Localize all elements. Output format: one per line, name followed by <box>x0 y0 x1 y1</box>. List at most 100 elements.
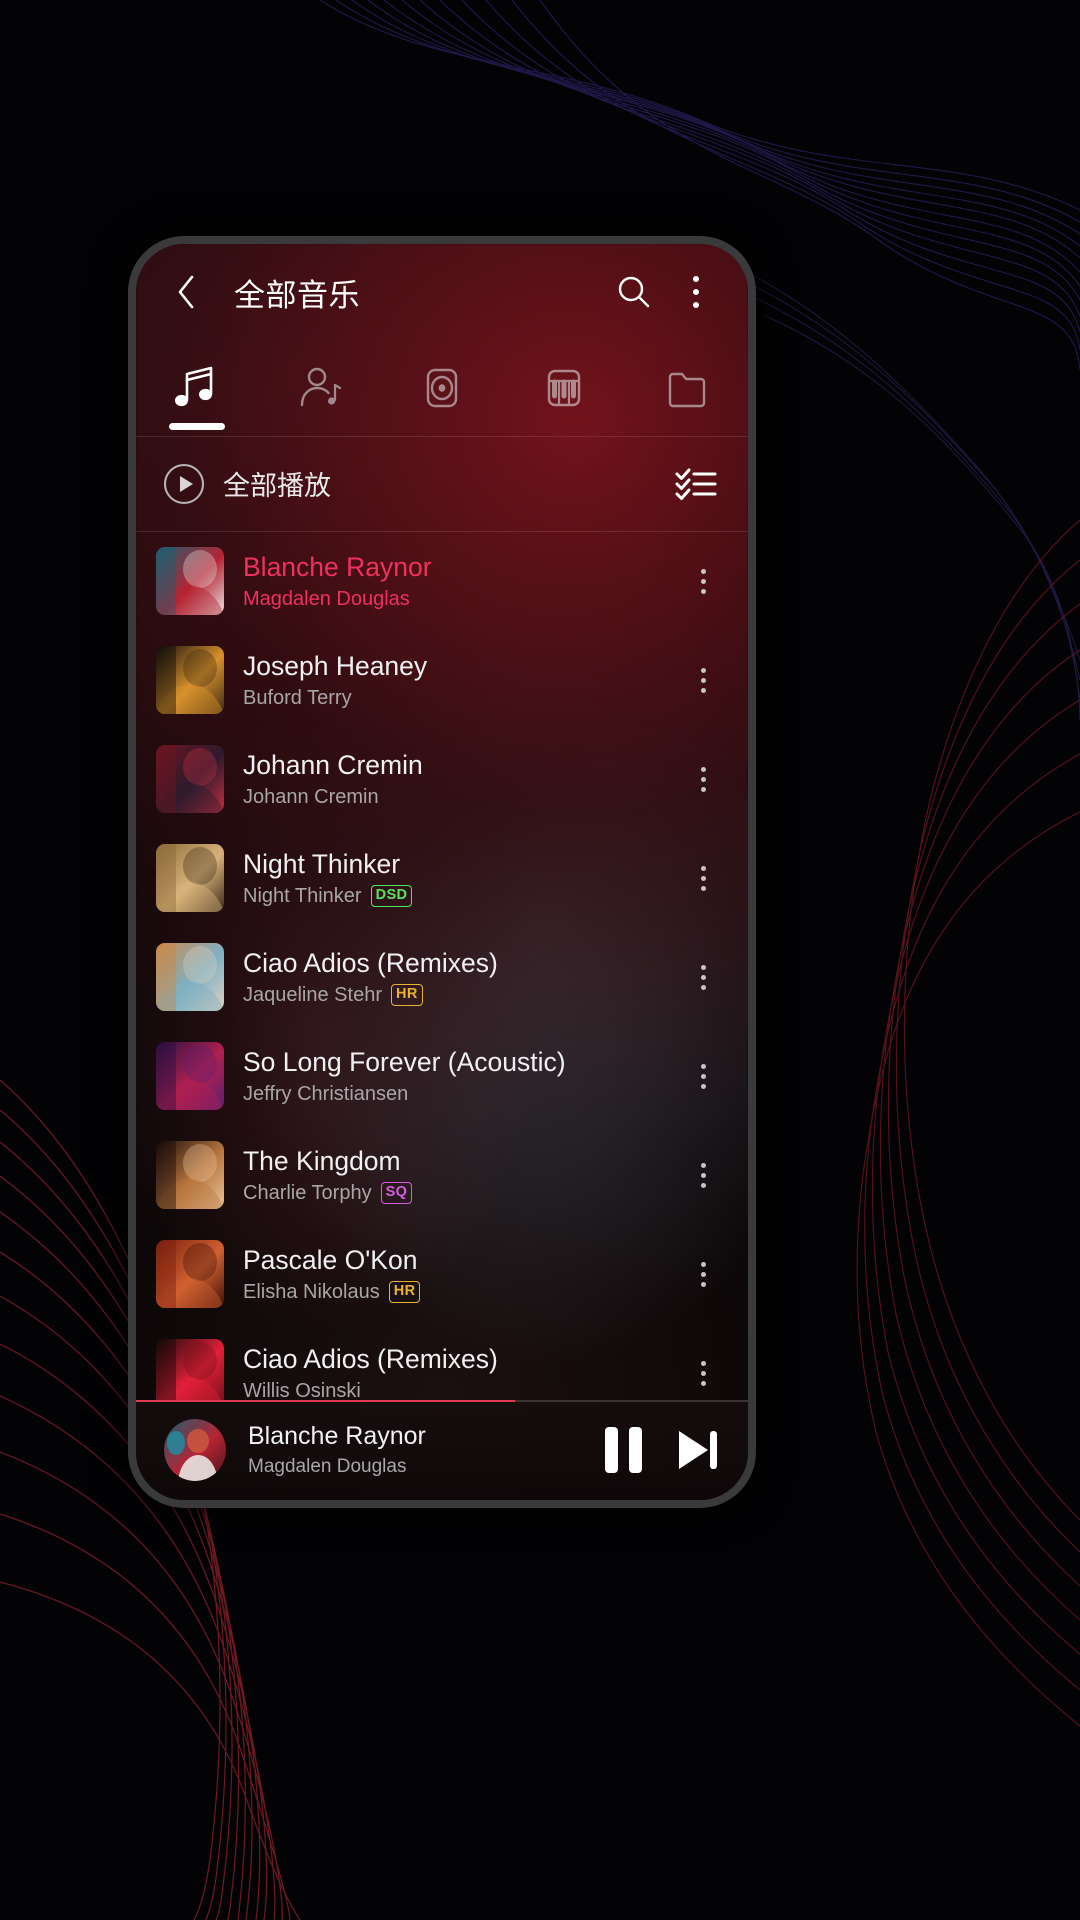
quality-badge: HR <box>388 1280 421 1304</box>
page-title: 全部音乐 <box>234 277 360 313</box>
checklist-icon <box>675 468 717 500</box>
table-row[interactable]: Joseph Heaney Buford Terry <box>136 631 748 730</box>
track-overflow-button[interactable] <box>680 1244 726 1304</box>
search-button[interactable] <box>608 266 660 318</box>
track-artist: Johann Cremin <box>243 786 379 809</box>
track-artist: Night Thinker <box>243 885 362 908</box>
track-overflow-button[interactable] <box>680 650 726 710</box>
piano-keys-icon <box>548 369 581 407</box>
folder-icon <box>668 372 706 408</box>
phone-screen: 全部音乐 全部播放 Blanche Raynor Magdalen Dougla… <box>136 244 748 1500</box>
track-title: Night Thinker <box>243 848 401 879</box>
track-overflow-button[interactable] <box>680 1145 726 1205</box>
track-artist-row: Johann Cremin <box>243 785 680 809</box>
table-row[interactable]: Night Thinker Night Thinker DSD <box>136 829 748 928</box>
track-artwork <box>156 943 224 1012</box>
track-artist: Magdalen Douglas <box>243 588 410 611</box>
track-artwork <box>156 745 224 814</box>
skip-next-icon <box>679 1430 717 1469</box>
track-meta: The Kingdom Charlie Torphy SQ <box>243 1146 680 1205</box>
track-artwork <box>156 844 224 913</box>
multiselect-button[interactable] <box>670 458 722 510</box>
table-row[interactable]: The Kingdom Charlie Torphy SQ <box>136 1126 748 1225</box>
table-row[interactable]: So Long Forever (Acoustic) Jeffry Christi… <box>136 1027 748 1126</box>
mini-player: Blanche Raynor Magdalen Douglas <box>136 1399 748 1500</box>
table-row[interactable]: Johann Cremin Johann Cremin <box>136 730 748 829</box>
track-artist: Jaqueline Stehr <box>243 984 382 1007</box>
track-artwork <box>156 646 224 715</box>
track-artwork <box>156 547 224 616</box>
track-title: The Kingdom <box>243 1145 401 1176</box>
track-artwork <box>156 1339 224 1400</box>
playback-controls <box>605 1426 722 1474</box>
track-artist-row: Buford Terry <box>243 686 680 710</box>
track-overflow-button[interactable] <box>680 749 726 809</box>
table-row[interactable]: Ciao Adios (Remixes) Jaqueline Stehr HR <box>136 928 748 1027</box>
quality-badge: DSD <box>370 884 413 908</box>
track-title: Blanche Raynor <box>243 551 432 582</box>
avatar <box>164 1418 226 1481</box>
quality-badge: HR <box>390 983 423 1007</box>
track-meta: Joseph Heaney Buford Terry <box>243 651 680 710</box>
track-title: Ciao Adios (Remixes) <box>243 947 498 978</box>
table-row[interactable]: Pascale O'Kon Elisha Nikolaus HR <box>136 1225 748 1324</box>
track-overflow-button[interactable] <box>680 1343 726 1400</box>
phone-device-frame: 全部音乐 全部播放 Blanche Raynor Magdalen Dougla… <box>128 236 756 1508</box>
track-artist-row: Jeffry Christiansen <box>243 1082 680 1106</box>
track-artist: Elisha Nikolaus <box>243 1281 380 1304</box>
now-playing-artist: Magdalen Douglas <box>248 1456 407 1478</box>
track-overflow-button[interactable] <box>680 1046 726 1106</box>
tab-artists[interactable] <box>258 340 380 436</box>
album-disc-icon <box>426 368 458 408</box>
search-icon <box>618 276 650 308</box>
track-meta: Johann Cremin Johann Cremin <box>243 750 680 809</box>
track-meta: So Long Forever (Acoustic) Jeffry Christi… <box>243 1047 680 1106</box>
overflow-menu-button[interactable] <box>670 266 722 318</box>
track-artist: Jeffry Christiansen <box>243 1083 409 1106</box>
play-all-row[interactable]: 全部播放 <box>136 437 748 531</box>
now-playing-artwork[interactable] <box>164 1418 226 1481</box>
track-list[interactable]: Blanche Raynor Magdalen Douglas Joseph Hea… <box>136 532 748 1400</box>
tab-bar <box>136 340 748 436</box>
track-artist-row: Willis Osinski <box>243 1379 680 1400</box>
track-overflow-button[interactable] <box>680 551 726 611</box>
chevron-left-icon <box>178 275 194 309</box>
play-all-label: 全部播放 <box>223 471 331 502</box>
pause-icon <box>605 1426 642 1473</box>
now-playing-title: Blanche Raynor <box>248 1422 426 1451</box>
tab-songs[interactable] <box>136 340 258 436</box>
track-title: So Long Forever (Acoustic) <box>243 1046 566 1077</box>
track-overflow-button[interactable] <box>680 848 726 908</box>
track-artist-row: Charlie Torphy SQ <box>243 1181 680 1205</box>
track-meta: Pascale O'Kon Elisha Nikolaus HR <box>243 1245 680 1304</box>
track-title: Ciao Adios (Remixes) <box>243 1343 498 1374</box>
track-artist-row: Magdalen Douglas <box>243 587 680 611</box>
track-artwork <box>156 1042 224 1111</box>
tab-albums[interactable] <box>381 340 503 436</box>
playback-progress-track[interactable] <box>136 1399 748 1402</box>
pause-button[interactable] <box>605 1426 642 1473</box>
tab-folders[interactable] <box>626 340 748 436</box>
back-button[interactable] <box>160 266 212 318</box>
track-artist-row: Elisha Nikolaus HR <box>243 1280 680 1304</box>
track-overflow-button[interactable] <box>680 947 726 1007</box>
playback-progress-fill <box>136 1399 516 1402</box>
next-track-button[interactable] <box>672 1426 722 1474</box>
track-artwork <box>156 1240 224 1309</box>
artist-icon <box>300 367 341 407</box>
table-row[interactable]: Blanche Raynor Magdalen Douglas <box>136 532 748 631</box>
table-row[interactable]: Ciao Adios (Remixes) Willis Osinski <box>136 1324 748 1400</box>
quality-badge: SQ <box>380 1181 413 1205</box>
play-circle-icon <box>163 463 205 505</box>
now-playing-meta: Blanche Raynor Magdalen Douglas <box>248 1421 605 1479</box>
track-artwork <box>156 1141 224 1210</box>
track-meta: Night Thinker Night Thinker DSD <box>243 849 680 908</box>
track-artist-row: Night Thinker DSD <box>243 884 680 908</box>
track-artist-row: Jaqueline Stehr HR <box>243 983 680 1007</box>
active-tab-indicator <box>169 423 226 430</box>
tab-genres[interactable] <box>503 340 625 436</box>
track-artist: Buford Terry <box>243 687 352 710</box>
app-bar: 全部音乐 <box>136 244 748 340</box>
track-artist: Willis Osinski <box>243 1380 361 1400</box>
track-artist: Charlie Torphy <box>243 1182 372 1205</box>
